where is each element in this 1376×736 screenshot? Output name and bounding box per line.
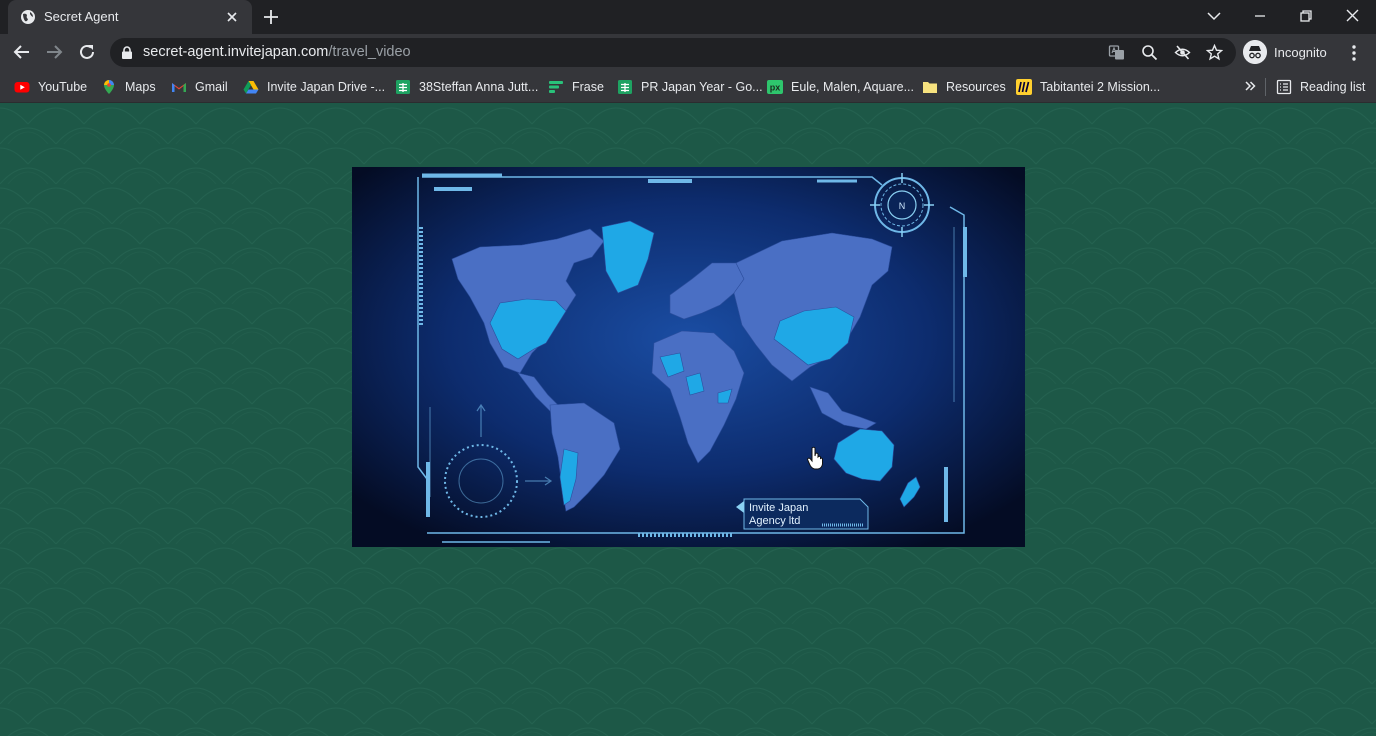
bookmark-label: Frase bbox=[572, 79, 604, 94]
agency-label-plate: Invite Japan Agency ltd bbox=[736, 498, 869, 530]
bookmarks-divider bbox=[1265, 78, 1266, 96]
bookmark-eule-malen[interactable]: px Eule, Malen, Aquare... bbox=[767, 71, 914, 102]
bookmark-label: 38Steffan Anna Jutt... bbox=[419, 79, 539, 94]
bookmark-maps[interactable]: Maps bbox=[101, 71, 156, 102]
bookmark-label: Resources bbox=[946, 79, 1006, 94]
bookmark-label: Tabitantei 2 Mission... bbox=[1040, 79, 1161, 94]
address-bar[interactable]: secret-agent.invitejapan.com/travel_vide… bbox=[110, 38, 1236, 67]
reading-list-icon bbox=[1276, 79, 1292, 94]
hand-cursor-icon bbox=[806, 446, 823, 470]
sheets-icon bbox=[396, 79, 410, 94]
frase-icon bbox=[549, 80, 563, 93]
reading-list-label: Reading list bbox=[1300, 79, 1366, 94]
reading-list-button[interactable]: Reading list bbox=[1276, 71, 1365, 102]
agency-label-line-2: Agency ltd bbox=[749, 515, 800, 527]
travel-video-player[interactable]: N Invite Japan Agency ltd bbox=[352, 167, 1025, 547]
close-tab-icon[interactable] bbox=[224, 9, 240, 25]
new-tab-button[interactable] bbox=[262, 8, 280, 26]
agency-label-line-1: Invite Japan bbox=[749, 502, 808, 514]
youtube-icon bbox=[14, 81, 30, 92]
world-map-video-frame: N Invite Japan Agency ltd bbox=[352, 167, 1025, 547]
url-path: /travel_video bbox=[328, 44, 411, 60]
bookmark-youtube[interactable]: YouTube bbox=[14, 71, 87, 102]
pixabay-icon: px bbox=[767, 79, 783, 94]
bookmark-pr-japan-year[interactable]: PR Japan Year - Go... bbox=[617, 71, 763, 102]
svg-text:px: px bbox=[770, 82, 781, 92]
page-content: N Invite Japan Agency ltd bbox=[0, 104, 1376, 736]
restore-button[interactable] bbox=[1295, 6, 1317, 26]
forward-button[interactable] bbox=[44, 42, 64, 62]
translate-icon[interactable] bbox=[1108, 44, 1125, 61]
compass-letter: N bbox=[899, 201, 906, 211]
lock-icon[interactable] bbox=[121, 46, 133, 59]
bookmark-38steffan-anna[interactable]: 38Steffan Anna Jutt... bbox=[395, 71, 538, 102]
folder-icon bbox=[923, 81, 937, 93]
more-bookmarks-chevron-icon[interactable] bbox=[1242, 78, 1258, 94]
bookmark-frase[interactable]: Frase bbox=[548, 71, 604, 102]
gmail-icon bbox=[172, 82, 186, 92]
incognito-icon bbox=[1243, 40, 1267, 64]
bookmark-tabitantei[interactable]: Tabitantei 2 Mission... bbox=[1016, 71, 1160, 102]
title-bar: Secret Agent bbox=[0, 0, 1376, 34]
url-host: secret-agent.invitejapan.com bbox=[143, 44, 329, 60]
browser-toolbar: secret-agent.invitejapan.com/travel_vide… bbox=[0, 34, 1376, 71]
minimize-button[interactable] bbox=[1249, 6, 1271, 26]
back-button[interactable] bbox=[12, 42, 32, 62]
bookmark-label: Gmail bbox=[195, 79, 228, 94]
close-window-button[interactable] bbox=[1341, 6, 1363, 26]
bookmark-gmail[interactable]: Gmail bbox=[171, 71, 228, 102]
tab-secret-agent[interactable]: Secret Agent bbox=[8, 0, 252, 34]
miro-icon bbox=[1016, 78, 1032, 95]
bookmark-label: YouTube bbox=[38, 79, 88, 94]
tab-title: Secret Agent bbox=[44, 9, 119, 24]
tracking-blocked-eye-icon[interactable] bbox=[1174, 44, 1191, 61]
bookmark-label: Invite Japan Drive -... bbox=[267, 79, 386, 94]
zoom-icon[interactable] bbox=[1141, 44, 1158, 61]
reload-button[interactable] bbox=[77, 42, 97, 62]
tab-search-chevron-icon[interactable] bbox=[1203, 6, 1225, 26]
bookmark-resources-folder[interactable]: Resources bbox=[922, 71, 1006, 102]
url-text[interactable]: secret-agent.invitejapan.com/travel_vide… bbox=[143, 44, 411, 60]
bookmark-label: Eule, Malen, Aquare... bbox=[791, 79, 914, 94]
globe-icon bbox=[21, 10, 35, 24]
bookmarks-bar: YouTube Maps Gmail Invite Japan Drive -.… bbox=[0, 71, 1376, 103]
incognito-label: Incognito bbox=[1274, 45, 1327, 60]
bookmark-label: Maps bbox=[125, 79, 156, 94]
bookmark-star-icon[interactable] bbox=[1206, 44, 1223, 61]
sheets-icon bbox=[618, 79, 632, 94]
more-menu-icon[interactable] bbox=[1345, 44, 1363, 62]
bookmark-label: PR Japan Year - Go... bbox=[641, 79, 763, 94]
drive-icon bbox=[243, 80, 259, 93]
maps-icon bbox=[104, 79, 114, 94]
bookmark-invite-japan-drive[interactable]: Invite Japan Drive -... bbox=[243, 71, 385, 102]
